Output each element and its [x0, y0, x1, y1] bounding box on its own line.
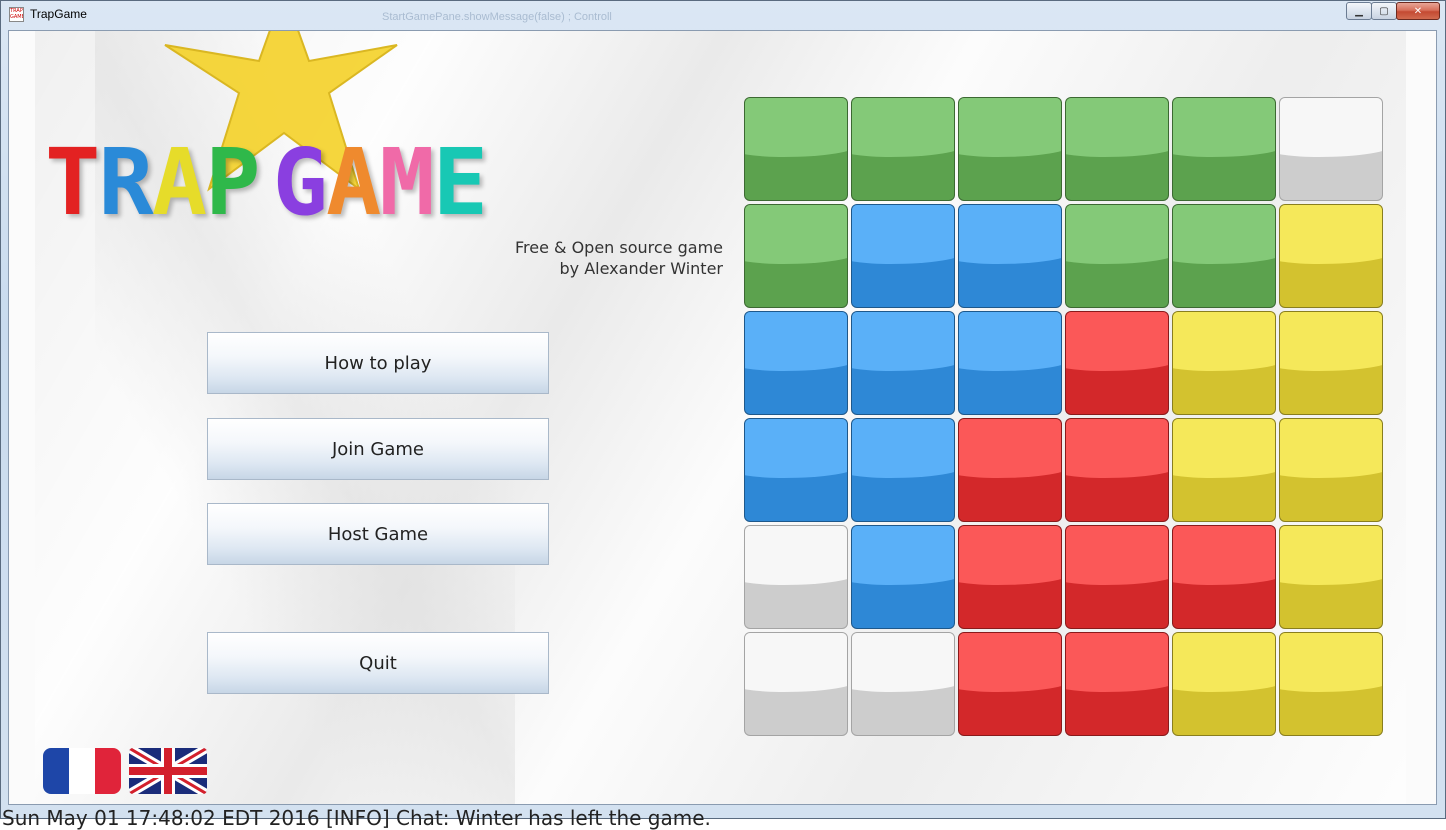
host-game-button[interactable]: Host Game [207, 503, 549, 565]
logo-subtitle: Free & Open source game by Alexander Win… [469, 237, 723, 279]
board-tile-yellow [1172, 418, 1276, 522]
board-tile-red [1065, 632, 1169, 736]
app-icon: TRAP GAME [9, 7, 24, 22]
uk-flag-icon[interactable] [129, 748, 207, 794]
board-tile-blue [744, 418, 848, 522]
board-tile-yellow [1172, 632, 1276, 736]
logo-letter: A [151, 129, 207, 236]
board-tile-white [1279, 97, 1383, 201]
board-tile-green [851, 97, 955, 201]
logo-letter: E [432, 129, 488, 236]
game-client-area: TRAP GAME Free & Open source game by Ale… [8, 30, 1437, 805]
board-tile-blue [851, 311, 955, 415]
join-game-button[interactable]: Join Game [207, 418, 549, 480]
board-tile-yellow [1279, 204, 1383, 308]
board-tile-green [1065, 97, 1169, 201]
board-tile-green [744, 204, 848, 308]
board-tile-white [744, 632, 848, 736]
minimize-button[interactable]: ▁ [1346, 2, 1372, 20]
board-tile-blue [851, 418, 955, 522]
logo-letter: M [379, 129, 434, 236]
board-tile-blue [958, 204, 1062, 308]
board-tile-yellow [1279, 632, 1383, 736]
board-tile-white [744, 525, 848, 629]
board-tile-green [744, 97, 848, 201]
board-tile-red [958, 632, 1062, 736]
board-tile-red [958, 525, 1062, 629]
board-tile-yellow [1279, 311, 1383, 415]
board-tile-red [1065, 525, 1169, 629]
status-message: Sun May 01 17:48:02 EDT 2016 [INFO] Chat… [2, 806, 711, 830]
board-tile-blue [851, 204, 955, 308]
subtitle-line-1: Free & Open source game [514, 238, 723, 257]
board-tile-yellow [1172, 311, 1276, 415]
window-title: TrapGame [30, 7, 87, 21]
logo-letter: P [205, 129, 260, 236]
french-flag-icon[interactable] [43, 748, 121, 794]
board-tile-red [1065, 311, 1169, 415]
board-tile-blue [958, 311, 1062, 415]
caption-buttons: ▁ ▢ ✕ [1346, 2, 1440, 20]
game-logo: TRAP GAME [45, 129, 488, 236]
board-tile-yellow [1279, 525, 1383, 629]
board-tile-green [958, 97, 1062, 201]
board-tile-yellow [1279, 418, 1383, 522]
title-bar[interactable]: TRAP GAME TrapGame StartGamePane.showMess… [0, 0, 1446, 30]
board-tile-blue [851, 525, 955, 629]
board-tile-green [1172, 97, 1276, 201]
board-tile-green [1065, 204, 1169, 308]
subtitle-line-2: by Alexander Winter [559, 259, 724, 278]
close-button[interactable]: ✕ [1396, 2, 1440, 20]
maximize-button[interactable]: ▢ [1371, 2, 1397, 20]
logo-letter: R [98, 129, 153, 236]
board-tile-red [958, 418, 1062, 522]
board-tile-green [1172, 204, 1276, 308]
board-tile-red [1065, 418, 1169, 522]
logo-letter: G [272, 129, 328, 236]
logo-letter [259, 135, 273, 231]
background-window-title: StartGamePane.showMessage(false) ; Contr… [382, 11, 612, 23]
quit-button[interactable]: Quit [207, 632, 549, 694]
board-tile-blue [744, 311, 848, 415]
logo-letter: A [325, 129, 381, 236]
board-tile-red [1172, 525, 1276, 629]
board-tile-white [851, 632, 955, 736]
how-to-play-button[interactable]: How to play [207, 332, 549, 394]
logo-letter: T [45, 129, 100, 236]
